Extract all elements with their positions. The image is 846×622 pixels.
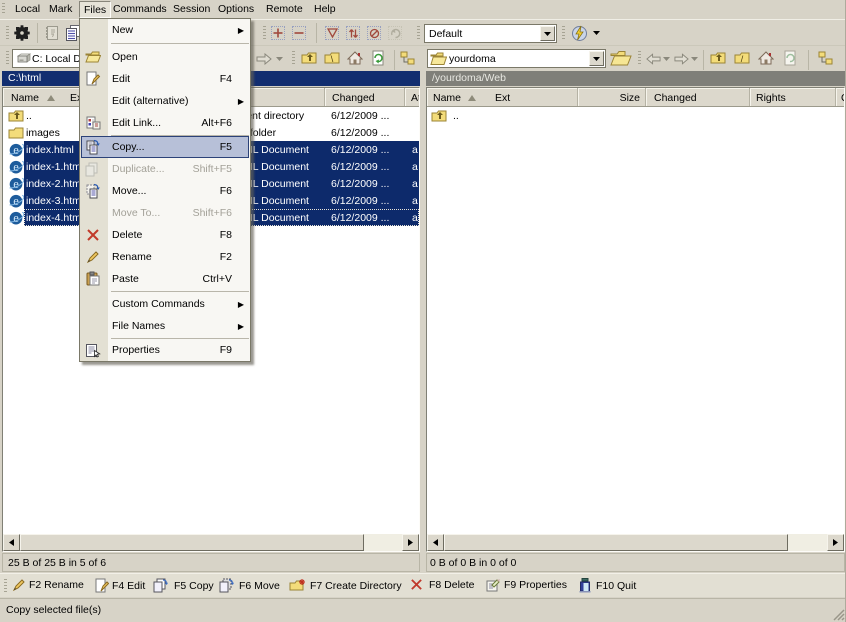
svg-text:e: e — [13, 177, 19, 191]
svg-text:e: e — [13, 194, 19, 208]
svg-text:e: e — [13, 160, 19, 174]
svg-text:e: e — [13, 143, 19, 157]
svg-text:e: e — [13, 211, 19, 225]
